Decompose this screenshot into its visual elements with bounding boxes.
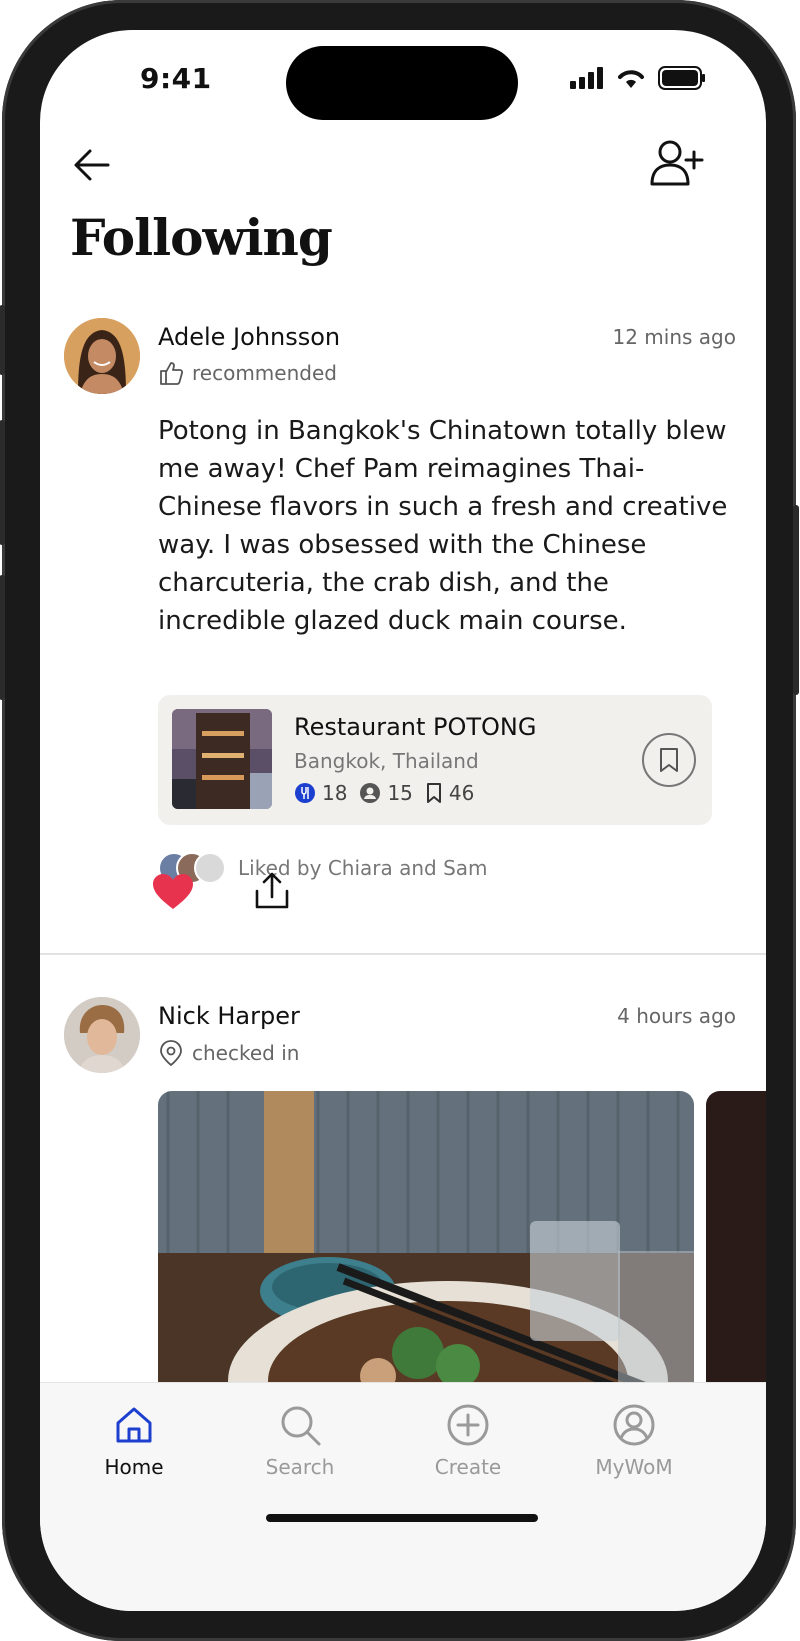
dynamic-island	[286, 46, 518, 120]
author-name[interactable]: Adele Johnsson	[158, 323, 340, 351]
avatar-portrait-icon	[64, 997, 140, 1073]
screen: 9:41 Following Adele Johnsson recommende…	[40, 30, 766, 1611]
avatar-portrait-icon	[64, 318, 140, 394]
next-photo-peek[interactable]	[706, 1091, 766, 1391]
add-user-icon[interactable]	[650, 138, 704, 188]
restaurant-stats: 18 15 46	[294, 781, 474, 805]
bookmark-small-icon	[426, 783, 441, 803]
power-button	[793, 505, 799, 695]
volume-up-button	[0, 420, 5, 545]
post-photo[interactable]	[158, 1091, 694, 1391]
tab-create[interactable]: Create	[398, 1403, 538, 1479]
dining-badge-icon	[295, 783, 315, 803]
profile-circle-icon	[613, 1404, 655, 1446]
restaurant-card[interactable]: Restaurant POTONG Bangkok, Thailand 18 1…	[158, 695, 712, 825]
post-action: recommended	[158, 360, 337, 386]
food-photo-icon	[158, 1091, 694, 1391]
tab-home[interactable]: Home	[64, 1403, 204, 1479]
liked-by-row[interactable]: Liked by Chiara and Sam	[158, 852, 488, 884]
status-time: 9:41	[140, 62, 212, 95]
bookmark-icon	[660, 748, 678, 772]
heart-icon[interactable]	[152, 873, 194, 911]
wifi-icon	[618, 70, 644, 88]
user-badge-icon	[360, 783, 381, 803]
post-divider	[40, 953, 766, 955]
tab-bar: Home Search Create MyWoM	[40, 1382, 766, 1611]
home-indicator	[266, 1514, 538, 1522]
post-text: Potong in Bangkok's Chinatown totally bl…	[158, 416, 728, 636]
page-title: Following	[70, 208, 333, 267]
post-time: 12 mins ago	[612, 325, 737, 349]
thumbs-up-icon	[160, 362, 184, 385]
tab-label: Home	[104, 1455, 164, 1479]
phone-frame: 9:41 Following Adele Johnsson recommende…	[0, 0, 799, 1641]
tab-label: Search	[265, 1455, 335, 1479]
author-avatar[interactable]	[64, 997, 140, 1073]
save-count: 46	[448, 781, 475, 805]
home-icon	[116, 1407, 152, 1443]
mute-switch	[0, 305, 5, 375]
post-time: 4 hours ago	[617, 1004, 736, 1028]
map-pin-icon	[160, 1040, 182, 1067]
author-avatar[interactable]	[64, 318, 140, 394]
dining-count: 18	[322, 781, 348, 805]
status-icons	[570, 66, 706, 90]
back-arrow-icon[interactable]	[72, 145, 112, 185]
restaurant-name: Restaurant POTONG	[294, 713, 537, 741]
action-label: recommended	[192, 361, 337, 385]
liker-avatar	[194, 852, 226, 884]
share-icon[interactable]	[254, 871, 290, 911]
search-icon	[281, 1406, 321, 1446]
battery-icon	[658, 66, 705, 90]
cellular-signal-icon	[570, 67, 603, 89]
restaurant-location: Bangkok, Thailand	[294, 749, 479, 773]
tab-label: MyWoM	[595, 1455, 673, 1479]
tab-search[interactable]: Search	[230, 1403, 370, 1479]
restaurant-photo-icon	[172, 709, 272, 809]
author-name[interactable]: Nick Harper	[158, 1002, 300, 1030]
restaurant-thumbnail	[172, 709, 272, 809]
volume-down-button	[0, 575, 5, 700]
plus-circle-icon	[447, 1404, 489, 1446]
action-label: checked in	[192, 1041, 300, 1065]
tab-label: Create	[434, 1455, 502, 1479]
user-count: 15	[387, 781, 413, 805]
save-restaurant-button[interactable]	[642, 733, 696, 787]
post-action: checked in	[158, 1039, 299, 1067]
tab-mywom[interactable]: MyWoM	[564, 1403, 704, 1479]
